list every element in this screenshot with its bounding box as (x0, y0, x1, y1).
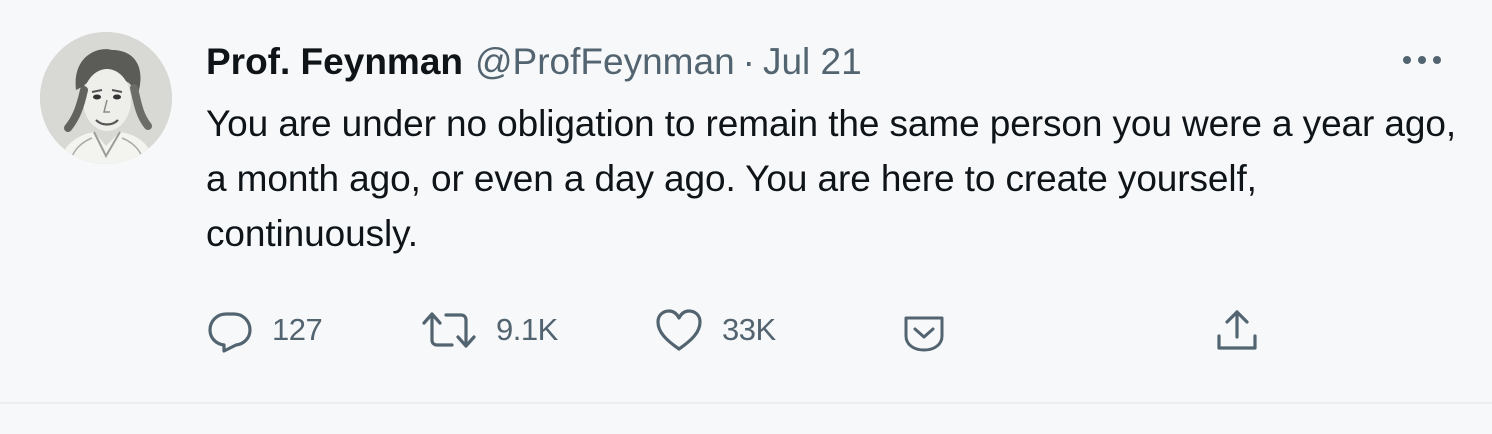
share-icon (1212, 306, 1262, 354)
more-options-icon[interactable] (1398, 48, 1446, 72)
tip-button[interactable] (902, 302, 946, 358)
reply-icon (206, 306, 254, 354)
tweet-header: Prof. Feynman @ProfFeynman · Jul 21 (206, 38, 862, 86)
retweet-count: 9.1K (496, 312, 558, 347)
retweet-icon (420, 306, 478, 354)
avatar-portrait (40, 32, 172, 164)
reply-button[interactable]: 127 (206, 302, 323, 358)
like-count: 33K (722, 312, 776, 347)
retweet-button[interactable]: 9.1K (420, 302, 558, 358)
tweet-divider (0, 402, 1492, 404)
reply-count: 127 (272, 312, 323, 347)
tweet-card[interactable]: Prof. Feynman @ProfFeynman · Jul 21 You … (0, 0, 1492, 402)
author-handle[interactable]: @ProfFeynman (475, 38, 735, 86)
tweet-text: You are under no obligation to remain th… (206, 103, 1457, 254)
separator-dot: · (742, 41, 755, 82)
share-button[interactable] (1212, 302, 1262, 358)
heart-icon (654, 306, 704, 354)
tweet-date[interactable]: Jul 21 (763, 38, 862, 86)
avatar[interactable] (40, 32, 172, 164)
author-display-name[interactable]: Prof. Feynman (206, 38, 463, 86)
like-button[interactable]: 33K (654, 302, 776, 358)
tip-jar-icon (902, 306, 946, 354)
